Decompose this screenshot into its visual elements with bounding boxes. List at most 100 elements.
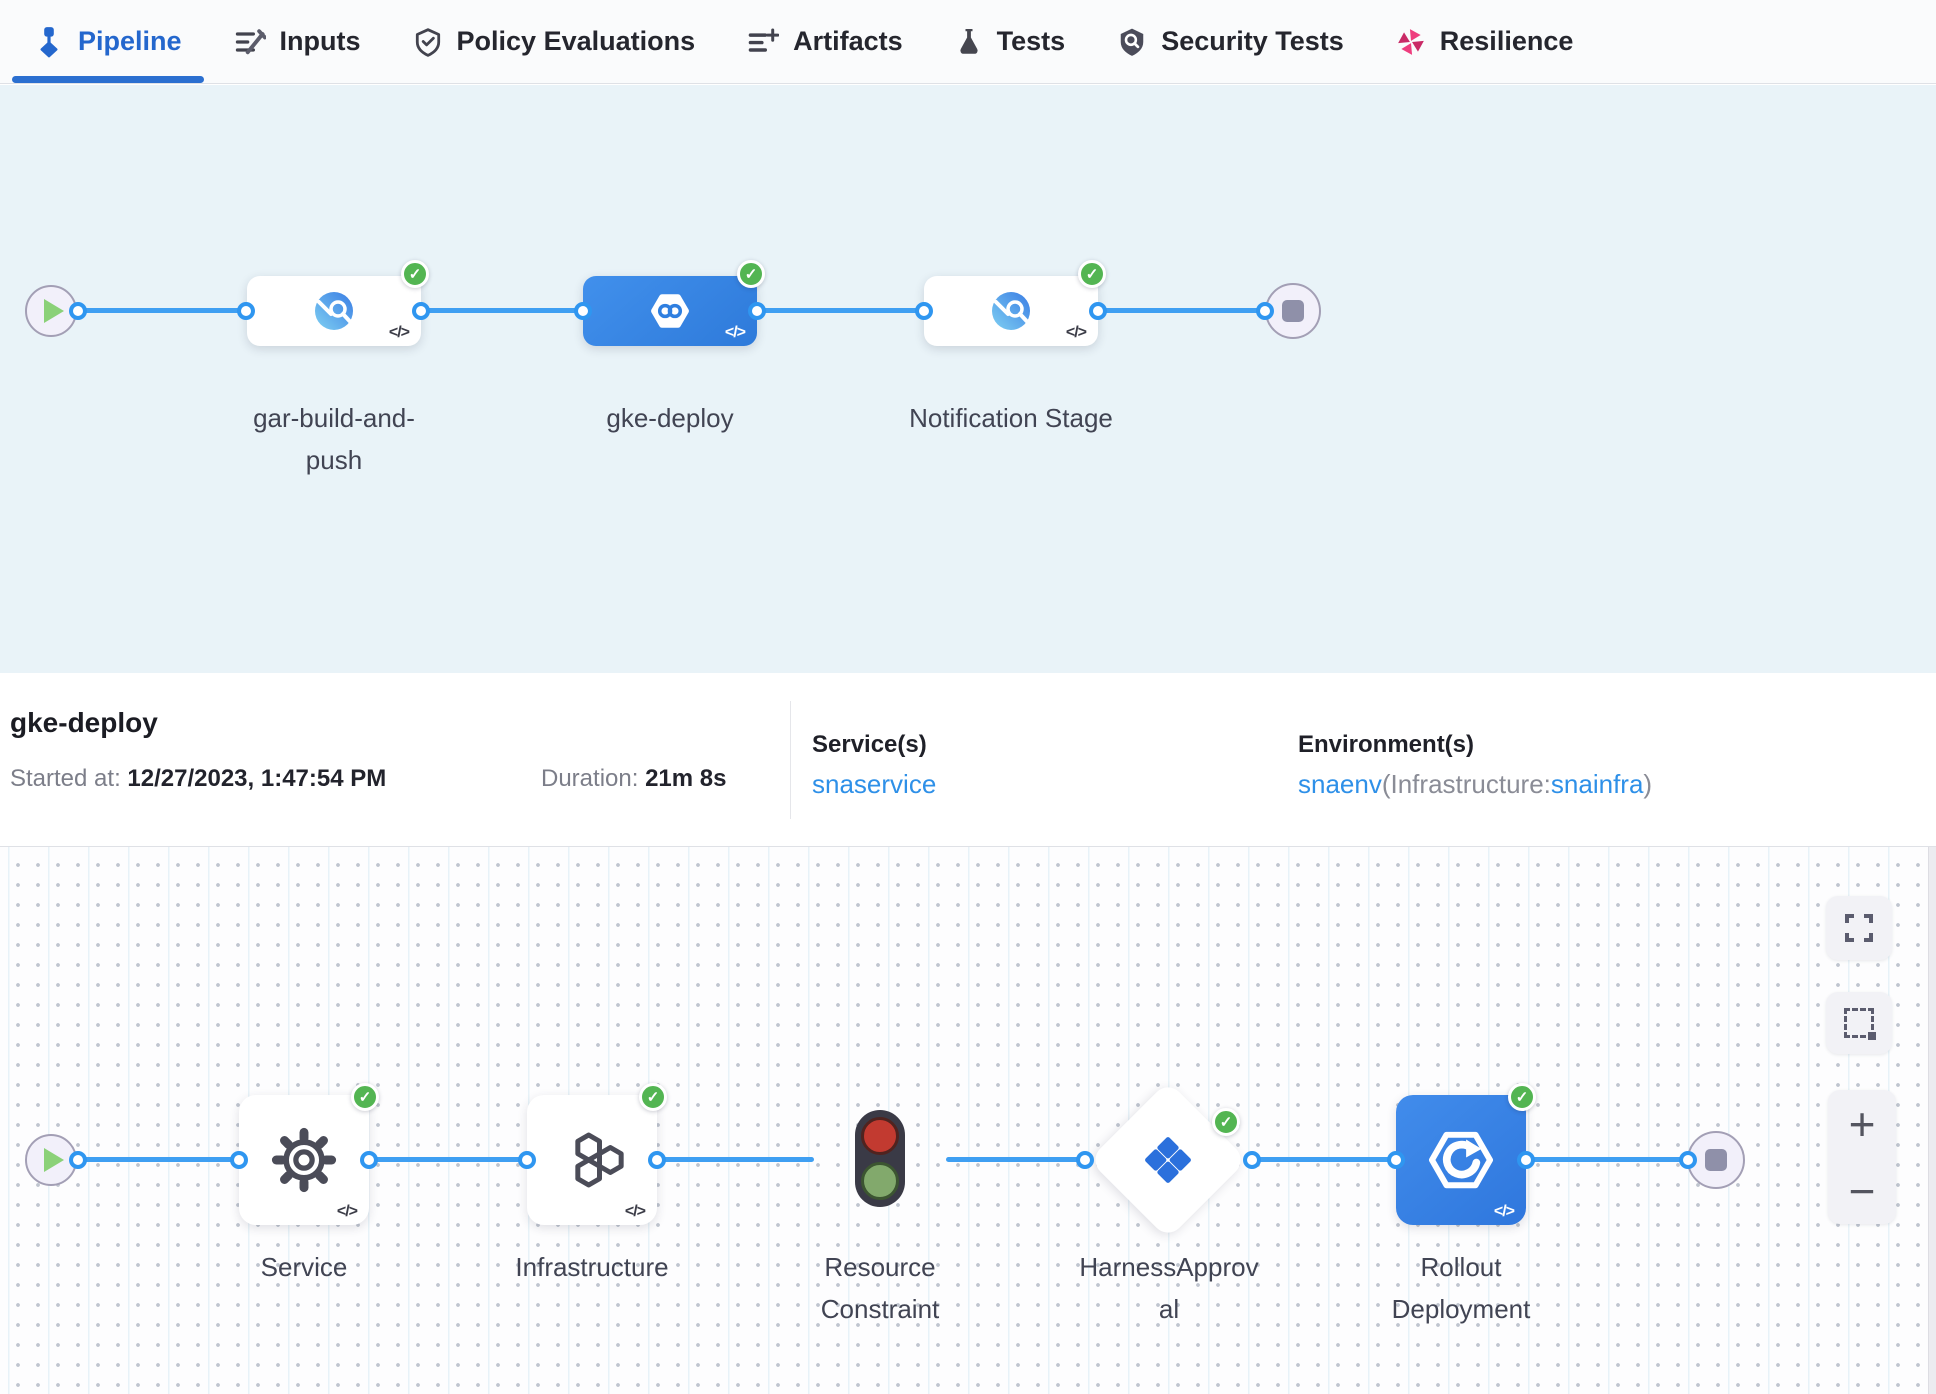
stage-title: gke-deploy (10, 707, 158, 739)
infrastructure-link[interactable]: snainfra (1551, 769, 1644, 799)
approval-diamond-icon (1137, 1129, 1199, 1191)
stage-yaml-chip[interactable]: </> (389, 324, 409, 342)
build-stage-icon (310, 287, 358, 335)
stage-yaml-chip[interactable]: </> (1066, 324, 1086, 342)
stage-label: Notification Stage (906, 398, 1116, 440)
step-resource-constraint-traffic-light-icon[interactable] (855, 1110, 905, 1207)
red-light (861, 1117, 899, 1155)
step-yaml-chip[interactable]: </> (625, 1203, 645, 1221)
success-badge: ✓ (1078, 260, 1106, 288)
started-at-value: 12/27/2023, 1:47:54 PM (127, 765, 386, 792)
connector-endpoint (230, 1151, 248, 1169)
started-at: Started at: 12/27/2023, 1:47:54 PM (10, 765, 386, 793)
deploy-stage-icon (644, 285, 696, 337)
connector-endpoint (648, 1151, 666, 1169)
flask-icon (955, 26, 983, 58)
pipeline-execution-page: Pipeline Inputs Policy Evaluations Artif… (0, 0, 1936, 1394)
tab-resilience[interactable]: Resilience (1370, 0, 1600, 83)
connector-endpoint (69, 302, 87, 320)
stage-card-gar-build-and-push[interactable]: ✓ </> (247, 276, 421, 346)
artifacts-list-plus-icon (747, 26, 779, 58)
rollout-icon (1420, 1119, 1502, 1201)
resilience-pinwheel-icon (1396, 26, 1426, 58)
environment-value: snaenv(Infrastructure:snainfra) (1298, 769, 1652, 800)
marquee-select-icon (1844, 1008, 1874, 1038)
connector-endpoint (69, 1151, 87, 1169)
step-label: HarnessApproval (1074, 1247, 1264, 1330)
success-badge: ✓ (1508, 1083, 1536, 1111)
connector-endpoint (1679, 1151, 1697, 1169)
connector-line (1252, 1157, 1396, 1162)
stop-icon (1705, 1149, 1727, 1171)
stage-graph-canvas: ✓ </> ✓ </> ✓ (0, 85, 1936, 673)
connector-endpoint (1243, 1151, 1261, 1169)
service-link[interactable]: snaservice (812, 769, 936, 799)
fullscreen-button[interactable] (1826, 896, 1892, 960)
fullscreen-icon (1843, 912, 1875, 944)
connector-line (78, 1157, 239, 1162)
tab-inputs[interactable]: Inputs (208, 0, 387, 83)
service-value: snaservice (812, 769, 936, 800)
tab-label: Pipeline (78, 26, 182, 57)
tab-security-tests[interactable]: Security Tests (1091, 0, 1370, 83)
infrastructure-prefix: (Infrastructure: (1382, 769, 1551, 799)
tab-policy-evaluations[interactable]: Policy Evaluations (387, 0, 722, 83)
stage-card-gke-deploy[interactable]: ✓ </> (583, 276, 757, 346)
connector-line (1526, 1157, 1688, 1162)
tab-artifacts[interactable]: Artifacts (721, 0, 929, 83)
pipeline-icon (34, 26, 64, 58)
policy-shield-check-icon (413, 26, 443, 58)
tab-label: Artifacts (793, 26, 903, 57)
play-icon (44, 299, 64, 323)
success-badge: ✓ (351, 1083, 379, 1111)
connector-endpoint (1089, 302, 1107, 320)
success-badge: ✓ (401, 260, 429, 288)
connector-endpoint (360, 1151, 378, 1169)
duration-value: 21m 8s (645, 765, 726, 792)
success-badge: ✓ (737, 260, 765, 288)
tab-bar: Pipeline Inputs Policy Evaluations Artif… (0, 0, 1936, 84)
execution-summary-bar: gke-deploy Started at: 12/27/2023, 1:47:… (0, 673, 1936, 847)
step-label: Infrastructure (487, 1247, 697, 1289)
execution-graph-canvas: ✓ </> ✓ </> (0, 847, 1936, 1394)
stage-label: gar-build-and-push (229, 398, 439, 481)
zoom-controls: + − (1828, 1090, 1896, 1224)
connector-line (757, 308, 924, 313)
connector-line (946, 1157, 1085, 1162)
success-badge: ✓ (639, 1083, 667, 1111)
stage-card-notification-stage[interactable]: ✓ </> (924, 276, 1098, 346)
connector-endpoint (237, 302, 255, 320)
step-card-infrastructure[interactable]: ✓ </> (527, 1095, 657, 1225)
tab-label: Security Tests (1161, 26, 1344, 57)
tab-label: Inputs (280, 26, 361, 57)
tab-pipeline[interactable]: Pipeline (8, 0, 208, 83)
step-yaml-chip[interactable]: </> (337, 1203, 357, 1221)
zoom-in-button[interactable]: + (1828, 1090, 1896, 1157)
scrollbar-track[interactable] (1928, 847, 1936, 1394)
stage-yaml-chip[interactable]: </> (725, 324, 745, 342)
connector-endpoint (915, 302, 933, 320)
hexagons-icon (552, 1120, 632, 1200)
connector-line (1098, 308, 1266, 313)
connector-endpoint (1387, 1151, 1405, 1169)
step-yaml-chip[interactable]: </> (1494, 1203, 1514, 1221)
connector-line (78, 308, 246, 313)
inputs-edit-icon (234, 26, 266, 58)
connector-endpoint (1517, 1151, 1535, 1169)
step-card-rollout-deployment[interactable]: ✓ </> (1396, 1095, 1526, 1225)
stop-icon (1282, 300, 1304, 322)
tab-tests[interactable]: Tests (929, 0, 1092, 83)
tab-label: Tests (997, 26, 1066, 57)
zoom-out-button[interactable]: − (1828, 1157, 1896, 1224)
started-at-label: Started at: (10, 765, 121, 792)
connector-endpoint (412, 302, 430, 320)
step-label: Service (199, 1247, 409, 1289)
step-card-service[interactable]: ✓ </> (239, 1095, 369, 1225)
duration-label: Duration: (541, 765, 638, 792)
environment-link[interactable]: snaenv (1298, 769, 1382, 799)
tab-label: Policy Evaluations (457, 26, 696, 57)
step-label: Resource Constraint (775, 1247, 985, 1330)
custom-stage-icon (987, 287, 1035, 335)
green-light (861, 1162, 899, 1200)
selection-mode-button[interactable] (1826, 992, 1892, 1054)
